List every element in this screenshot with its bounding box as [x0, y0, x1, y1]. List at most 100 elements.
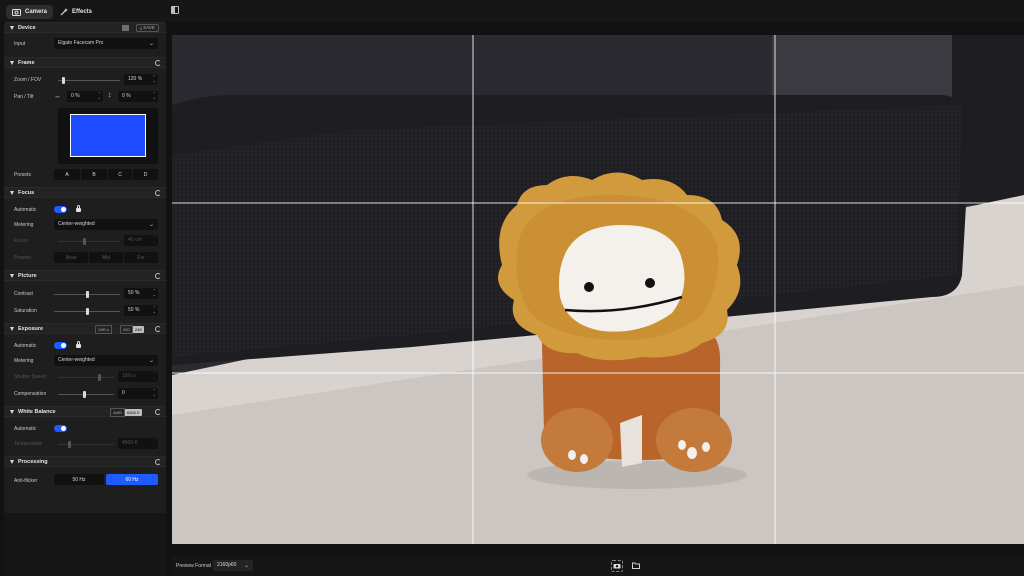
chevron-down-icon: ⌄ — [148, 222, 154, 228]
picture-section-header[interactable]: Picture — [4, 270, 166, 281]
focus-section-title: Focus — [18, 190, 35, 196]
focus-automatic-toggle[interactable] — [54, 206, 67, 213]
preset-a-button[interactable]: A — [54, 169, 80, 180]
contrast-slider-handle[interactable] — [86, 291, 89, 298]
zoom-slider-handle[interactable] — [62, 77, 65, 84]
shutter-speed-value: 1/60 s — [122, 373, 136, 379]
shutter-speed-slider[interactable] — [58, 374, 114, 381]
pan-arrows-icon: ↔ — [54, 93, 61, 100]
focus-preset-far-button[interactable]: Far — [124, 252, 158, 263]
tilt-value: 0 % — [122, 93, 131, 99]
save-button[interactable]: ⤓ SAVE — [136, 24, 159, 32]
stepper-arrows-icon[interactable]: ⌃ ⌄ — [153, 439, 156, 447]
frame-preview-rectangle[interactable] — [70, 114, 146, 157]
list-icon[interactable] — [122, 25, 129, 31]
frame-preview-pad[interactable] — [58, 108, 158, 164]
lock-icon[interactable] — [76, 341, 81, 348]
collapse-triangle-icon — [10, 26, 14, 30]
shutter-speed-slider-handle[interactable] — [98, 374, 101, 381]
camera-feed-image — [172, 35, 1024, 544]
focus-section-header[interactable]: Focus — [4, 187, 166, 198]
compensation-input[interactable]: 0 ⌃ ⌄ — [118, 388, 158, 399]
zoom-input[interactable]: 120 % ⌃ ⌄ — [124, 74, 158, 85]
focus-distance-value: 40 cm — [128, 237, 142, 243]
awb-badge-key: AWB — [110, 408, 125, 417]
reset-icon[interactable] — [155, 273, 161, 279]
lock-icon[interactable] — [76, 205, 81, 212]
stepper-arrows-icon[interactable]: ⌃ ⌄ — [153, 236, 156, 244]
preset-d-button[interactable]: D — [133, 169, 158, 180]
focus-slider-handle[interactable] — [83, 238, 86, 245]
saturation-input[interactable]: 50 % ⌃ ⌄ — [124, 305, 158, 316]
zoom-slider[interactable] — [58, 77, 120, 84]
zoom-value: 120 % — [128, 76, 143, 82]
toggle-sidebar-icon[interactable] — [171, 6, 179, 14]
saturation-slider[interactable] — [54, 308, 120, 315]
stepper-arrows-icon[interactable]: ⌃ ⌄ — [98, 92, 101, 100]
focus-slider[interactable] — [58, 238, 120, 245]
temperature-input[interactable]: 4500 K ⌃ ⌄ — [118, 438, 158, 449]
pan-tilt-label: Pan / Tilt — [14, 94, 34, 100]
zoom-label: Zoom / FOV — [14, 77, 42, 83]
temperature-slider-handle[interactable] — [68, 441, 71, 448]
snapshot-button[interactable] — [611, 560, 623, 572]
stepper-arrows-icon[interactable]: ⌃ ⌄ — [153, 289, 156, 297]
reset-icon[interactable] — [155, 326, 161, 332]
white-balance-section-header[interactable]: White Balance AWB 6266 K — [4, 406, 166, 417]
reset-icon[interactable] — [155, 459, 161, 465]
preset-b-button[interactable]: B — [81, 169, 107, 180]
top-bar: Camera Effects — [0, 0, 1024, 22]
reset-icon[interactable] — [155, 190, 161, 196]
stepper-arrows-icon[interactable]: ⌃ ⌄ — [153, 372, 156, 380]
compensation-slider-handle[interactable] — [83, 391, 86, 398]
wb-automatic-toggle[interactable] — [54, 425, 67, 432]
saturation-slider-handle[interactable] — [86, 308, 89, 315]
exposure-metering-dropdown[interactable]: Center-weighted ⌄ — [54, 355, 158, 366]
reset-icon[interactable] — [155, 409, 161, 415]
antiflicker-50hz-button[interactable]: 50 Hz — [54, 474, 104, 485]
processing-section-header[interactable]: Processing — [4, 456, 166, 467]
stepper-arrows-icon[interactable]: ⌃ ⌄ — [153, 389, 156, 397]
frame-presets-label: Presets — [14, 172, 31, 178]
contrast-input[interactable]: 50 % ⌃ ⌄ — [124, 288, 158, 299]
device-section-title: Device — [18, 25, 36, 31]
reset-icon[interactable] — [155, 60, 161, 66]
stepper-arrows-icon[interactable]: ⌃ ⌄ — [153, 75, 156, 83]
saturation-value: 50 % — [128, 307, 140, 313]
focus-metering-dropdown[interactable]: Center-weighted ⌄ — [54, 219, 158, 230]
temperature-slider[interactable] — [58, 441, 114, 448]
chevron-down-icon: ⌄ — [148, 41, 154, 47]
contrast-slider[interactable] — [54, 291, 120, 298]
device-section-header[interactable]: Device ⤓ SAVE — [4, 22, 166, 33]
input-device-dropdown[interactable]: Elgato Facecam Pro ⌄ — [54, 38, 158, 49]
sidebar-empty-area — [4, 513, 166, 576]
folder-icon[interactable] — [632, 562, 640, 569]
focus-distance-input[interactable]: 40 cm ⌃ ⌄ — [124, 235, 158, 246]
picture-section-title: Picture — [18, 273, 37, 279]
camera-preview[interactable] — [172, 35, 1024, 544]
exposure-automatic-toggle[interactable] — [54, 342, 67, 349]
focus-preset-mid-button[interactable]: Mid — [89, 252, 123, 263]
compensation-value: 0 — [122, 390, 125, 396]
preview-format-dropdown[interactable]: 2160p60 ⌄ — [213, 560, 253, 571]
tilt-input[interactable]: 0 % ⌃ ⌄ — [118, 91, 158, 102]
focus-preset-near-button[interactable]: Near — [54, 252, 88, 263]
saturation-label: Saturation — [14, 308, 37, 314]
compensation-slider[interactable] — [58, 391, 114, 398]
pan-input[interactable]: 0 % ⌃ ⌄ — [67, 91, 103, 102]
compensation-label: Compensation — [14, 391, 47, 397]
shutter-speed-label: Shutter Speed — [14, 374, 46, 380]
temperature-value: 4500 K — [122, 440, 138, 446]
contrast-value: 50 % — [128, 290, 140, 296]
tab-camera[interactable]: Camera — [6, 5, 54, 19]
exposure-section-header[interactable]: Exposure 1/60 s ISO 248 — [4, 323, 166, 334]
tab-effects[interactable]: Effects — [54, 5, 98, 19]
stepper-arrows-icon[interactable]: ⌃ ⌄ — [153, 306, 156, 314]
antiflicker-60hz-button[interactable]: 60 Hz — [106, 474, 158, 485]
preset-c-button[interactable]: C — [108, 169, 132, 180]
shutter-speed-input[interactable]: 1/60 s ⌃ ⌄ — [118, 371, 158, 382]
frame-section-header[interactable]: Frame — [4, 57, 166, 68]
wb-automatic-label: Automatic — [14, 426, 37, 432]
processing-section-title: Processing — [18, 459, 48, 465]
stepper-arrows-icon[interactable]: ⌃ ⌄ — [153, 92, 156, 100]
